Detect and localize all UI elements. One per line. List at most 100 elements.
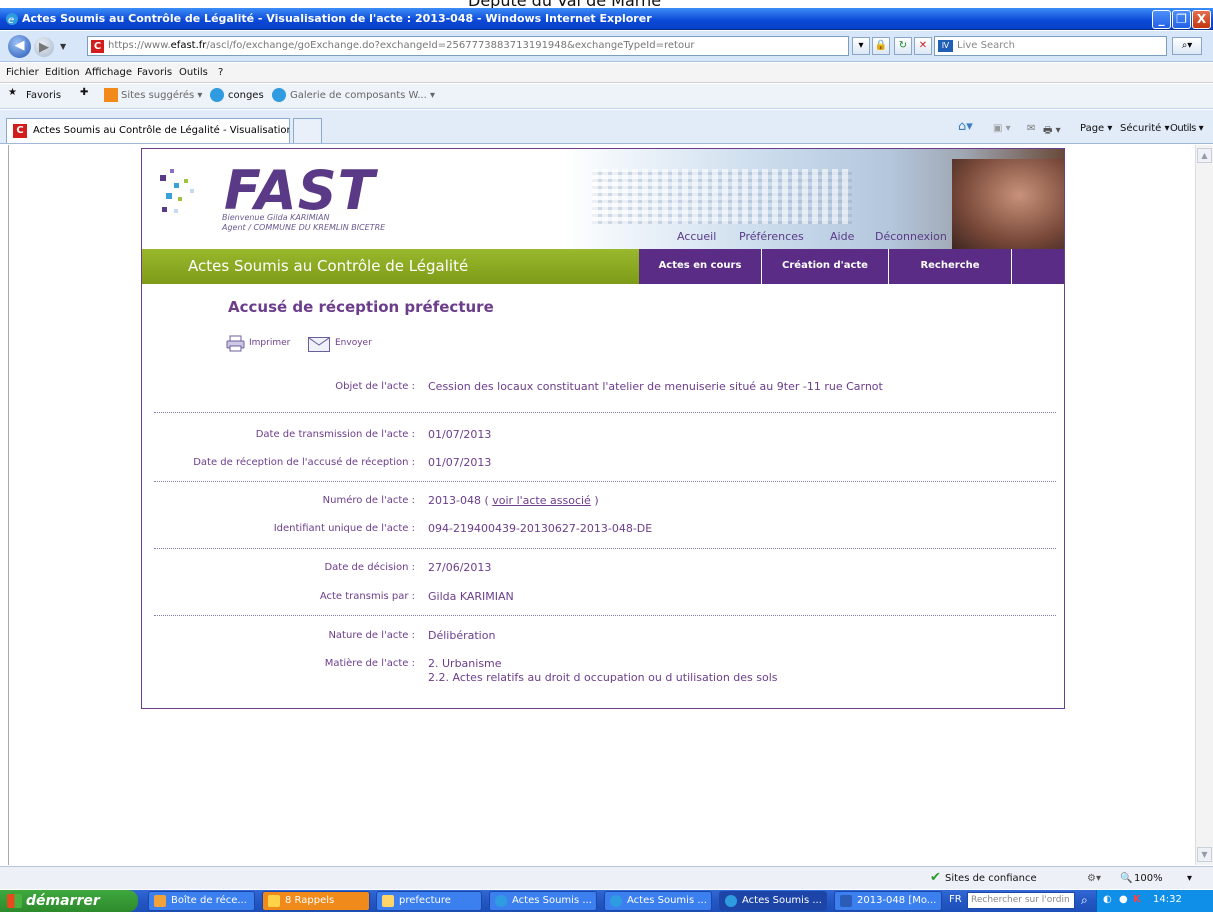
live-search-placeholder: Live Search xyxy=(957,40,1015,51)
favorites-star-icon: ★ xyxy=(8,87,17,98)
scroll-down-icon[interactable]: ▼ xyxy=(1197,847,1212,862)
date-decision-value: 27/06/2013 xyxy=(428,561,492,574)
desktop-search-input[interactable]: Rechercher sur l'ordin xyxy=(967,892,1075,909)
cropped-document-text: Député du Val de Marne xyxy=(0,0,1213,8)
nature-label: Nature de l'acte : xyxy=(328,630,415,641)
task-label: prefecture xyxy=(399,895,451,906)
lock-icon[interactable]: 🔒 xyxy=(872,37,890,55)
menu-bar: Fichier Edition Affichage Favoris Outils… xyxy=(0,63,1213,83)
date-reception-value: 01/07/2013 xyxy=(428,456,492,469)
nav-recherche[interactable]: Recherche xyxy=(889,249,1012,284)
outlook-icon xyxy=(154,895,166,907)
print-link[interactable]: Imprimer xyxy=(249,338,290,348)
nav-aide[interactable]: Aide xyxy=(830,230,854,243)
forward-button[interactable]: ▶ xyxy=(34,37,54,57)
menu-affichage[interactable]: Affichage xyxy=(85,67,132,78)
close-button[interactable]: X xyxy=(1192,10,1211,29)
task-ie-2[interactable]: Actes Soumis ... xyxy=(604,891,712,911)
zoom-icon: 🔍 xyxy=(1120,873,1133,884)
feeds-icon[interactable]: ▣ ▾ xyxy=(993,123,1011,134)
page-menu[interactable]: Page ▾ xyxy=(1080,123,1112,134)
nav-actes-en-cours[interactable]: Actes en cours xyxy=(639,249,762,284)
nav-preferences[interactable]: Préférences xyxy=(739,230,804,243)
menu-help[interactable]: ? xyxy=(218,67,223,78)
print-icon[interactable]: 🖶 ▾ xyxy=(1043,123,1061,140)
search-icon[interactable]: ⌕ xyxy=(1081,893,1088,908)
start-label: démarrer xyxy=(26,893,100,909)
objet-value: Cession des locaux constituant l'atelier… xyxy=(428,380,883,393)
tab-row: C Actes Soumis au Contrôle de Légalité -… xyxy=(0,110,1213,144)
favbar-conges[interactable]: conges xyxy=(228,90,264,101)
nav-deconnexion[interactable]: Déconnexion xyxy=(875,230,947,243)
numero-text: 2013-048 ( xyxy=(428,494,489,507)
language-indicator[interactable]: FR xyxy=(949,894,962,905)
tab-active[interactable]: C Actes Soumis au Contrôle de Légalité -… xyxy=(6,118,290,143)
network-icon[interactable]: ◐ xyxy=(1103,894,1112,905)
refresh-icon[interactable]: ↻ xyxy=(894,37,912,55)
task-word[interactable]: 2013-048 [Mo... xyxy=(834,891,942,911)
nav-creation-acte[interactable]: Création d'acte xyxy=(762,249,889,284)
add-favorite-icon[interactable]: ✚ xyxy=(80,87,88,98)
window-title-bar: e Actes Soumis au Contrôle de Légalité -… xyxy=(0,8,1213,30)
stop-icon[interactable]: ✕ xyxy=(914,37,932,55)
address-dropdown-button[interactable]: ▾ xyxy=(852,37,870,55)
task-ie-3-active[interactable]: Actes Soumis ... xyxy=(719,891,827,911)
task-ie-1[interactable]: Actes Soumis ... xyxy=(489,891,597,911)
maximize-button[interactable]: ❐ xyxy=(1172,10,1191,29)
welcome-text: Bienvenue Gilda KARIMIAN Agent / COMMUNE… xyxy=(222,213,385,233)
back-button[interactable]: ◀ xyxy=(8,35,31,58)
voir-acte-link[interactable]: voir l'acte associé xyxy=(492,494,591,507)
windows-flag-icon xyxy=(7,894,22,908)
tools-menu[interactable]: Outils ▾ xyxy=(1170,123,1204,134)
new-tab-button[interactable] xyxy=(293,118,322,143)
vertical-scrollbar[interactable]: ▲ ▼ xyxy=(1195,145,1213,865)
identifiant-value: 094-219400439-20130627-2013-048-DE xyxy=(428,522,653,535)
menu-outils[interactable]: Outils xyxy=(179,67,208,78)
zoom-dropdown-icon[interactable]: ▾ xyxy=(1187,873,1192,884)
task-prefecture[interactable]: prefecture xyxy=(376,891,482,911)
favbar-galerie[interactable]: Galerie de composants W... ▾ xyxy=(290,90,435,101)
menu-edition[interactable]: Edition xyxy=(45,67,80,78)
address-input[interactable]: C https://www.efast.fr/ascl/fo/exchange/… xyxy=(87,36,849,56)
send-link[interactable]: Envoyer xyxy=(335,338,372,348)
date-transmission-label: Date de transmission de l'acte : xyxy=(255,429,415,440)
favbar-suggested-sites[interactable]: Sites suggérés ▾ xyxy=(121,90,202,101)
history-dropdown-icon[interactable]: ▼ xyxy=(60,42,66,51)
task-label: 2013-048 [Mo... xyxy=(857,895,937,906)
task-label: Boîte de réce... xyxy=(171,895,247,906)
security-zone[interactable]: Sites de confiance xyxy=(945,873,1037,884)
task-outlook[interactable]: Boîte de réce... xyxy=(148,891,255,911)
clock[interactable]: 14:32 xyxy=(1153,894,1182,905)
menu-favoris[interactable]: Favoris xyxy=(137,67,172,78)
printer-icon[interactable] xyxy=(226,335,245,352)
antivirus-icon[interactable]: K xyxy=(1133,894,1141,905)
scroll-up-icon[interactable]: ▲ xyxy=(1197,148,1212,163)
task-reminders[interactable]: 8 Rappels xyxy=(262,891,370,911)
ie-page-icon xyxy=(210,88,224,102)
address-toolbar: ◀ ▶ ▼ C https://www.efast.fr/ascl/fo/exc… xyxy=(0,31,1213,62)
mail-icon[interactable]: ✉ xyxy=(1027,123,1035,134)
tab-title: Actes Soumis au Contrôle de Légalité - V… xyxy=(33,125,290,136)
messenger-icon[interactable]: ● xyxy=(1119,894,1128,905)
envelope-icon[interactable] xyxy=(308,337,330,352)
nav-accueil[interactable]: Accueil xyxy=(677,230,716,243)
minimize-button[interactable]: _ xyxy=(1152,10,1171,29)
favorites-button[interactable]: Favoris xyxy=(26,90,61,101)
protected-mode-icon[interactable]: ⚙▾ xyxy=(1087,873,1101,884)
menu-fichier[interactable]: Fichier xyxy=(6,67,39,78)
security-menu[interactable]: Sécurité ▾ xyxy=(1120,123,1170,134)
separator xyxy=(154,615,1056,616)
matiere-value-2: 2.2. Actes relatifs au droit d occupatio… xyxy=(428,671,778,684)
zoom-level[interactable]: 100% xyxy=(1134,873,1163,884)
live-search-input[interactable]: Ⅳ Live Search xyxy=(934,36,1167,56)
svg-text:e: e xyxy=(8,15,14,26)
home-icon[interactable]: ⌂▾ xyxy=(958,119,973,134)
search-button[interactable]: ⌕▾ xyxy=(1172,37,1202,55)
fast-logo-dots-icon xyxy=(160,169,194,213)
welcome-role: Agent / COMMUNE DU KREMLIN BICETRE xyxy=(222,223,386,232)
favorites-bar: ★ Favoris ✚ Sites suggérés ▾ conges Gale… xyxy=(0,84,1213,109)
url-domain: efast.fr xyxy=(170,40,207,51)
folder-icon xyxy=(382,895,394,907)
start-button[interactable]: démarrer xyxy=(0,890,138,912)
separator xyxy=(154,412,1056,413)
